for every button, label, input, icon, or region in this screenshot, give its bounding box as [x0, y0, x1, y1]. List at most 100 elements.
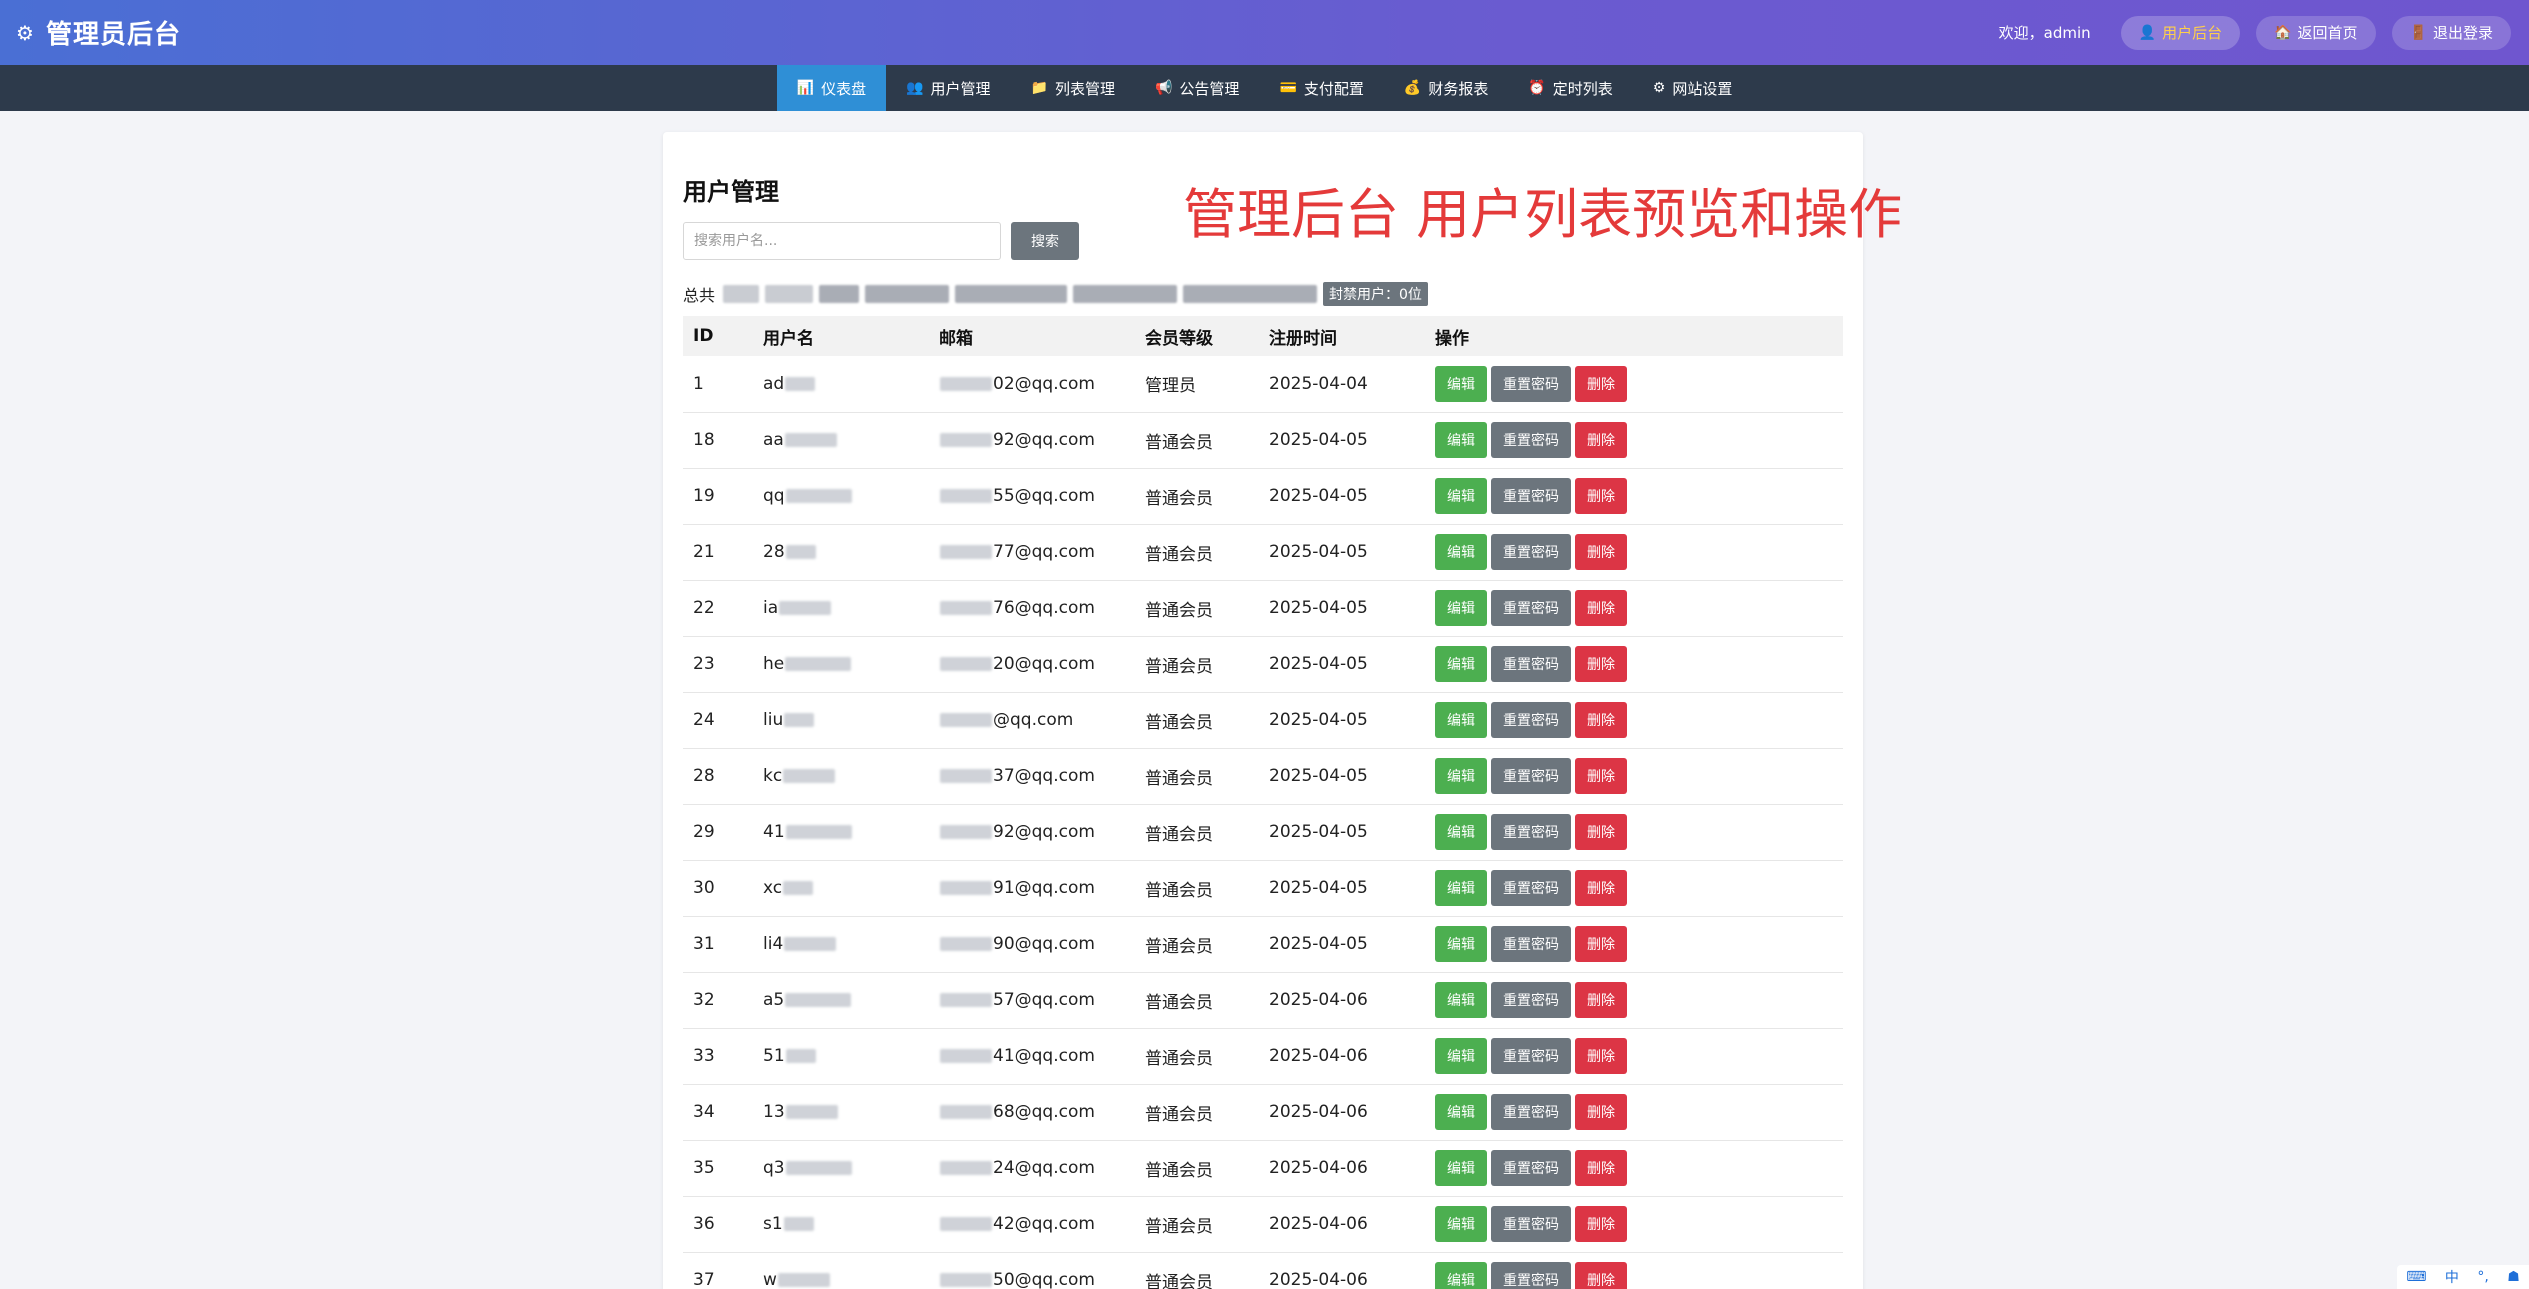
nav-item-2[interactable]: 📁 列表管理 — [1011, 65, 1135, 111]
search-input[interactable] — [683, 222, 1001, 260]
table-row: 18 aa 92@qq.com 普通会员 2025-04-05 编辑 重置密码 删除 — [683, 412, 1843, 469]
edit-button[interactable]: 编辑 — [1435, 478, 1487, 514]
redacted-text — [940, 601, 992, 615]
edit-button[interactable]: 编辑 — [1435, 1206, 1487, 1242]
delete-button[interactable]: 删除 — [1575, 702, 1627, 738]
edit-button[interactable]: 编辑 — [1435, 1150, 1487, 1186]
nav-icon: 👥 — [906, 80, 924, 96]
cell-reg-time: 2025-04-04 — [1259, 356, 1425, 413]
delete-button[interactable]: 删除 — [1575, 422, 1627, 458]
reset-password-button[interactable]: 重置密码 — [1491, 1094, 1571, 1130]
edit-button[interactable]: 编辑 — [1435, 702, 1487, 738]
edit-button[interactable]: 编辑 — [1435, 982, 1487, 1018]
nav-icon: 📢 — [1154, 80, 1173, 96]
reset-password-button[interactable]: 重置密码 — [1491, 365, 1571, 402]
nav-item-4[interactable]: 💳 支付配置 — [1259, 65, 1383, 111]
edit-button[interactable]: 编辑 — [1435, 646, 1487, 682]
delete-button[interactable]: 删除 — [1575, 1206, 1627, 1242]
reset-password-button[interactable]: 重置密码 — [1491, 870, 1571, 906]
reset-password-button[interactable]: 重置密码 — [1491, 1038, 1571, 1074]
nav-item-6[interactable]: ⏰ 定时列表 — [1508, 65, 1632, 111]
reset-password-button[interactable]: 重置密码 — [1491, 702, 1571, 738]
edit-button[interactable]: 编辑 — [1435, 590, 1487, 626]
email-visible: 90@qq.com — [993, 934, 1095, 954]
cell-email: 42@qq.com — [929, 1196, 1135, 1253]
banned-users-badge: 封禁用户：0位 — [1323, 282, 1428, 306]
delete-button[interactable]: 删除 — [1575, 1150, 1627, 1186]
delete-button[interactable]: 删除 — [1575, 926, 1627, 962]
edit-button[interactable]: 编辑 — [1435, 1038, 1487, 1074]
nav-item-1[interactable]: 👥 用户管理 — [886, 65, 1010, 111]
email-visible: 37@qq.com — [993, 766, 1095, 786]
delete-button[interactable]: 删除 — [1575, 534, 1627, 570]
delete-button[interactable]: 删除 — [1575, 590, 1627, 626]
username-visible: he — [763, 654, 785, 674]
delete-button[interactable]: 删除 — [1575, 758, 1627, 794]
nav-item-5[interactable]: 💰 财务报表 — [1384, 65, 1508, 111]
logout-button[interactable]: 🚪 退出登录 — [2391, 15, 2511, 50]
column-header-actions: 操作 — [1425, 316, 1843, 356]
delete-button[interactable]: 删除 — [1575, 1094, 1627, 1130]
home-button[interactable]: 🏠 返回首页 — [2256, 15, 2376, 50]
delete-button[interactable]: 删除 — [1575, 365, 1627, 402]
cell-reg-time: 2025-04-06 — [1259, 1252, 1425, 1289]
redacted-text — [785, 489, 852, 503]
username-visible: xc — [763, 878, 783, 898]
edit-button[interactable]: 编辑 — [1435, 814, 1487, 850]
cell-username: liu — [753, 692, 929, 749]
reset-password-button[interactable]: 重置密码 — [1491, 646, 1571, 682]
reset-password-button[interactable]: 重置密码 — [1491, 1262, 1571, 1289]
edit-button[interactable]: 编辑 — [1435, 1262, 1487, 1289]
reset-password-button[interactable]: 重置密码 — [1491, 422, 1571, 458]
annotation-text: 管理后台 用户列表预览和操作 — [1183, 183, 1903, 246]
email-visible: 91@qq.com — [993, 878, 1095, 898]
edit-button[interactable]: 编辑 — [1435, 870, 1487, 906]
punctuation-icon[interactable]: °, — [2477, 1269, 2488, 1285]
edit-button[interactable]: 编辑 — [1435, 1094, 1487, 1130]
edit-button[interactable]: 编辑 — [1435, 534, 1487, 570]
reset-password-button[interactable]: 重置密码 — [1491, 1206, 1571, 1242]
user-backend-button[interactable]: 👤 用户后台 — [2120, 15, 2241, 50]
cell-email: 37@qq.com — [929, 748, 1135, 805]
welcome-text: 欢迎，admin — [1998, 24, 2091, 42]
delete-button[interactable]: 删除 — [1575, 982, 1627, 1018]
delete-button[interactable]: 删除 — [1575, 646, 1627, 682]
delete-button[interactable]: 删除 — [1575, 1038, 1627, 1074]
reset-password-button[interactable]: 重置密码 — [1491, 534, 1571, 570]
delete-button[interactable]: 删除 — [1575, 814, 1627, 850]
username-visible: a5 — [763, 990, 785, 1010]
reset-password-button[interactable]: 重置密码 — [1491, 982, 1571, 1018]
table-row: 23 he 20@qq.com 普通会员 2025-04-05 编辑 重置密码 删除 — [683, 636, 1843, 693]
cell-level: 普通会员 — [1135, 524, 1259, 581]
reset-password-button[interactable]: 重置密码 — [1491, 814, 1571, 850]
username-visible: kc — [763, 766, 783, 786]
cell-email: 90@qq.com — [929, 916, 1135, 973]
nav-item-0[interactable]: 📊 仪表盘 — [776, 65, 887, 111]
cell-username: w — [753, 1252, 929, 1289]
reset-password-button[interactable]: 重置密码 — [1491, 1150, 1571, 1186]
cell-level: 普通会员 — [1135, 1084, 1259, 1141]
reset-password-button[interactable]: 重置密码 — [1491, 590, 1571, 626]
reset-password-button[interactable]: 重置密码 — [1491, 478, 1571, 514]
redacted-block — [865, 285, 950, 303]
delete-button[interactable]: 删除 — [1575, 478, 1627, 514]
edit-button[interactable]: 编辑 — [1435, 422, 1487, 458]
email-visible: 41@qq.com — [993, 1046, 1095, 1066]
summary-prefix: 总共 — [683, 286, 716, 305]
nav-item-3[interactable]: 📢 公告管理 — [1135, 65, 1259, 111]
reset-password-button[interactable]: 重置密码 — [1491, 758, 1571, 794]
edit-button[interactable]: 编辑 — [1435, 758, 1487, 794]
edit-button[interactable]: 编辑 — [1435, 926, 1487, 962]
delete-button[interactable]: 删除 — [1575, 870, 1627, 906]
person-icon[interactable]: ☗ — [2507, 1269, 2520, 1285]
ime-indicator[interactable]: 中 — [2445, 1267, 2459, 1287]
reset-password-button[interactable]: 重置密码 — [1491, 926, 1571, 962]
search-button[interactable]: 搜索 — [1011, 222, 1079, 260]
username-visible: 51 — [763, 1046, 785, 1066]
user-backend-label: 用户后台 — [2162, 24, 2223, 42]
edit-button[interactable]: 编辑 — [1435, 365, 1487, 402]
input-method-icon[interactable]: ⌨ — [2406, 1269, 2426, 1285]
redacted-block — [765, 285, 814, 303]
nav-item-7[interactable]: ⚙ 网站设置 — [1633, 65, 1753, 111]
delete-button[interactable]: 删除 — [1575, 1262, 1627, 1289]
